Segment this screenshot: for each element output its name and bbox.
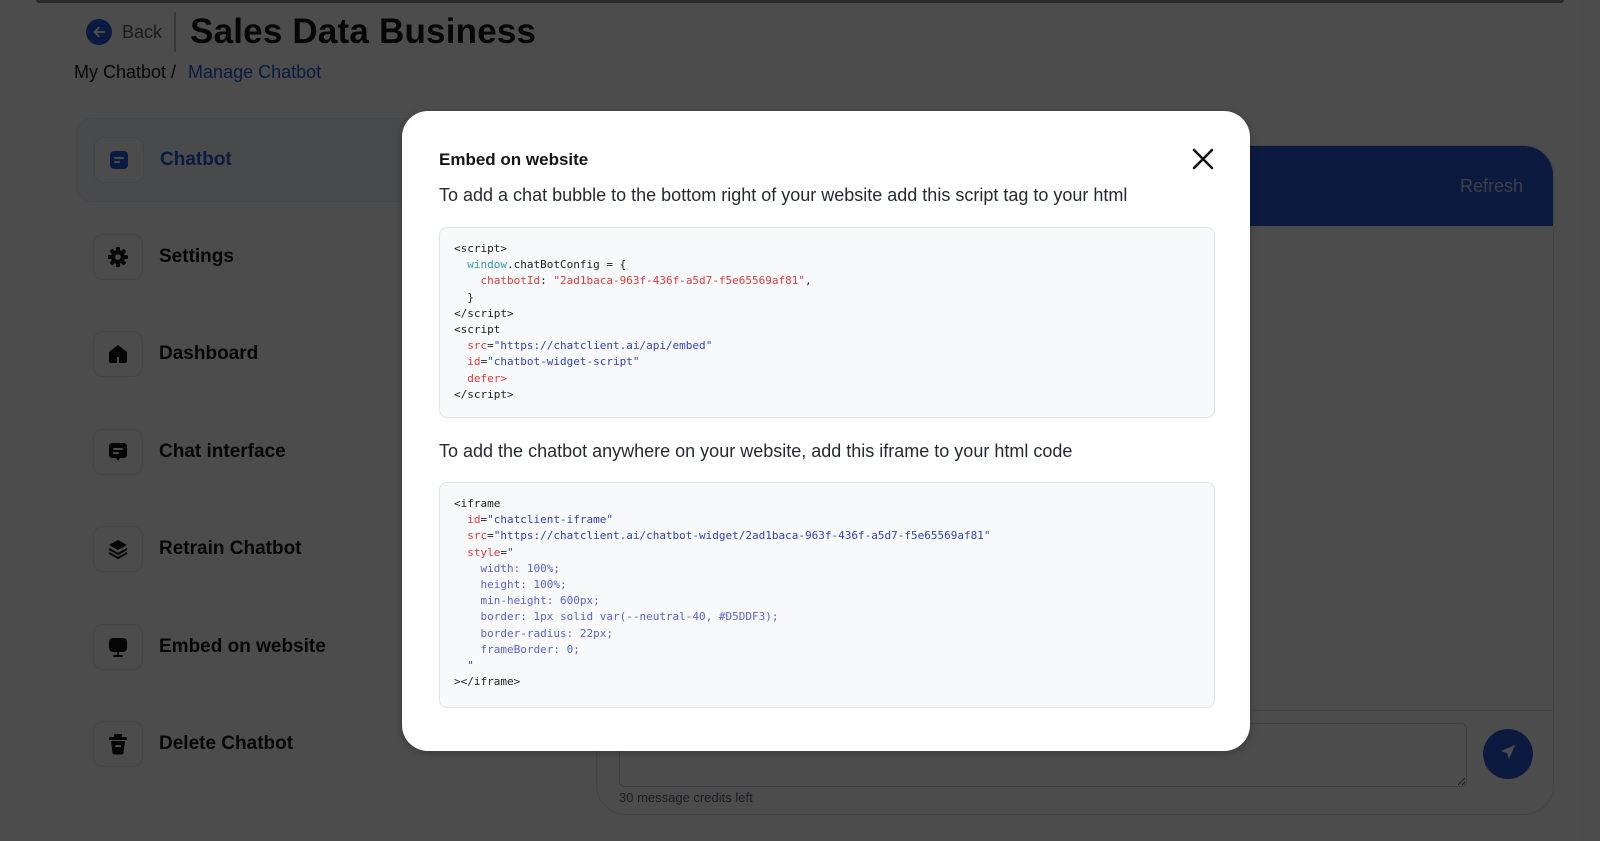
iframe-width-value: 100%;: [526, 561, 560, 575]
iframe-height-value: 100%;: [533, 578, 567, 592]
iframe-description: To add the chatbot anywhere on your webs…: [439, 441, 1073, 461]
script-src-value: https://chatclient.ai/api/embed: [500, 339, 706, 353]
iframe-border-value: 1px solid var(--neutral-40, #D5DDF3);: [533, 610, 779, 624]
close-icon: [1190, 148, 1216, 176]
embed-modal: Embed on website To add a chat bubble to…: [402, 111, 1250, 751]
iframe-min-height-value: 600px;: [559, 594, 600, 608]
iframe-id-value: chatclient-iframe: [493, 513, 607, 527]
iframe-code-block[interactable]: <iframe id="chatclient-iframe" src="http…: [439, 482, 1215, 708]
chatbot-id-value: 2ad1baca-963f-436f-a5d7-f5e65569af81: [559, 274, 799, 288]
iframe-src-value: https://chatclient.ai/chatbot-widget/2ad…: [500, 529, 984, 543]
script-description: To add a chat bubble to the bottom right…: [439, 185, 1128, 205]
close-button[interactable]: [1190, 146, 1216, 172]
modal-title: Embed on website: [439, 150, 589, 169]
script-code-block[interactable]: <script> window.chatBotConfig = { chatbo…: [439, 227, 1215, 418]
iframe-border-radius-value: 22px;: [579, 626, 613, 640]
iframe-frameborder-value: 0;: [566, 642, 580, 656]
script-id-value: chatbot-widget-script: [493, 355, 633, 369]
